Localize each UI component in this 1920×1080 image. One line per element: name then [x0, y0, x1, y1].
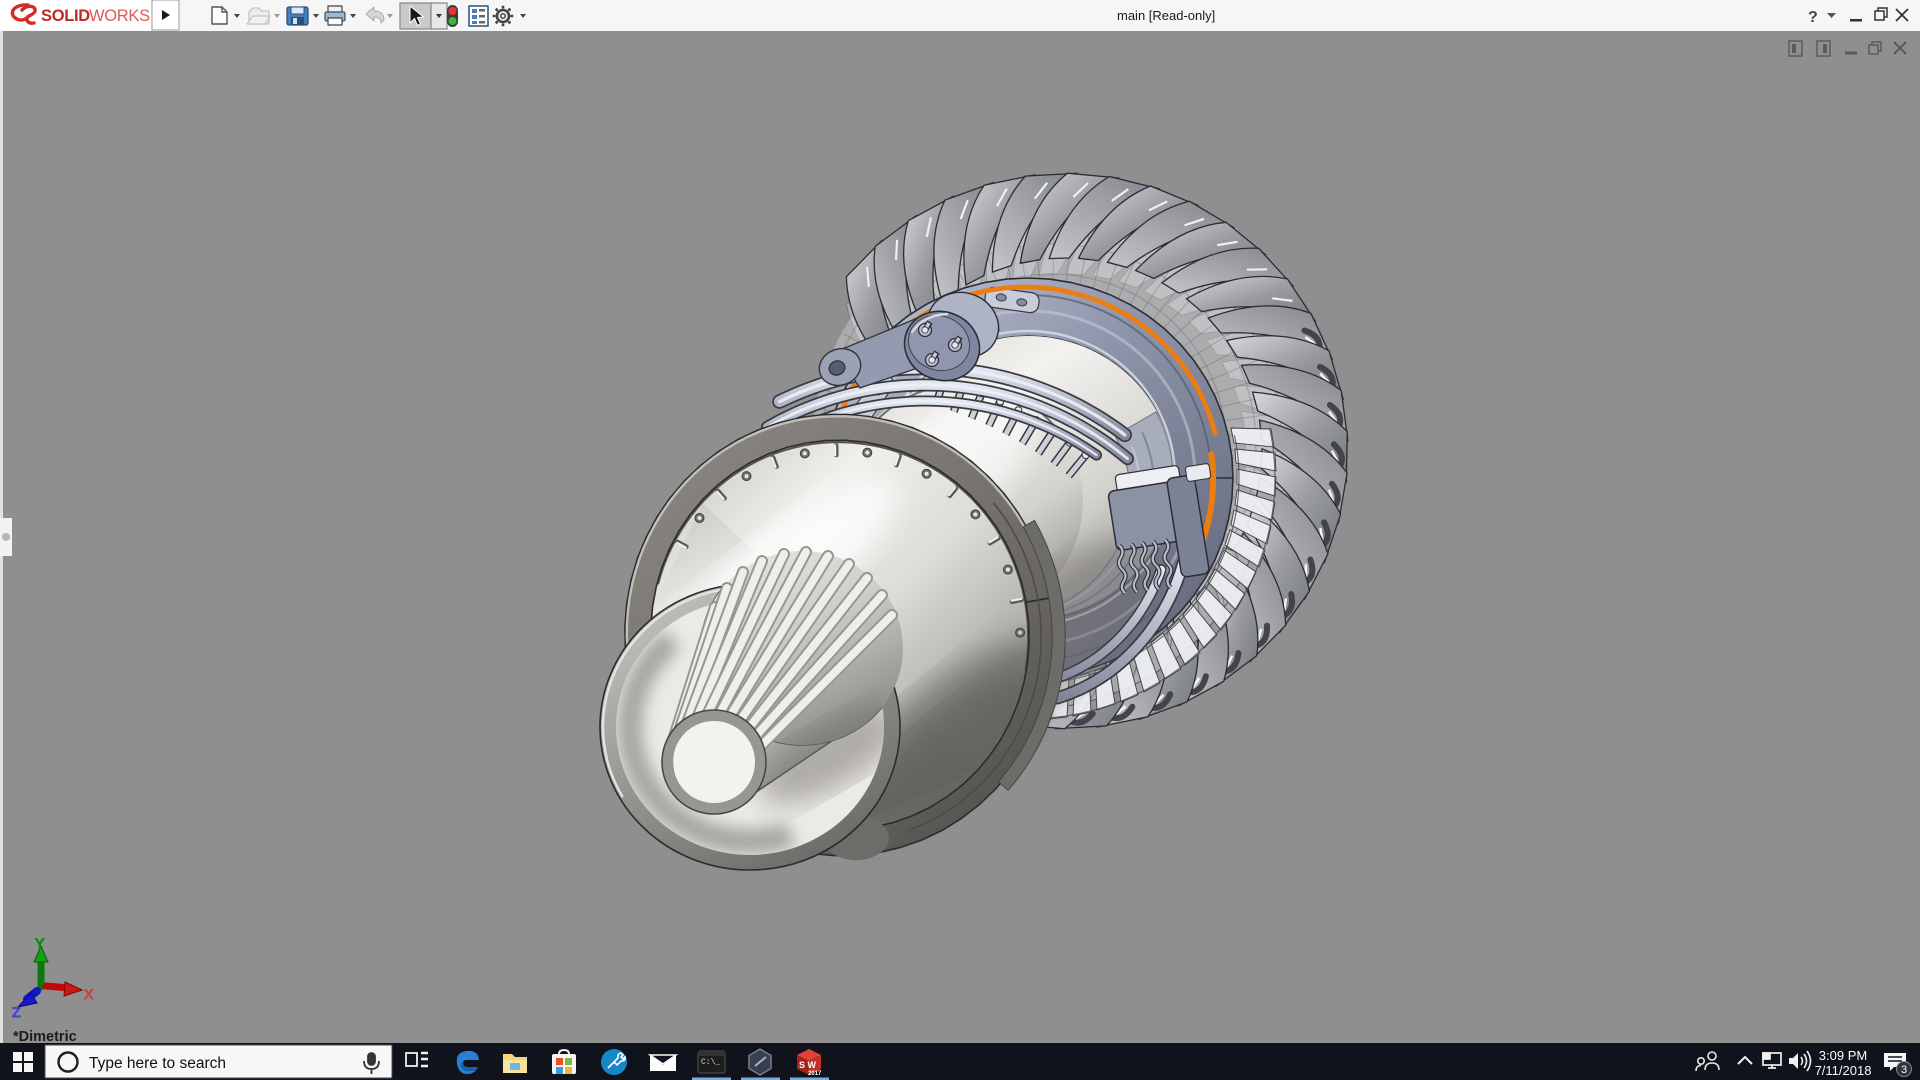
svg-text:C:\_: C:\_ — [701, 1058, 720, 1067]
svg-text:7/11/2018: 7/11/2018 — [1815, 1063, 1872, 1078]
svg-text:3: 3 — [1901, 1064, 1907, 1076]
svg-text:Z: Z — [12, 1004, 21, 1020]
svg-text:Type here to search: Type here to search — [89, 1055, 226, 1072]
svg-text:main [Read-only]: main [Read-only] — [1117, 8, 1215, 23]
svg-text:S W: S W — [799, 1060, 817, 1070]
svg-text:3:09 PM: 3:09 PM — [1819, 1048, 1867, 1063]
svg-text:2017: 2017 — [808, 1071, 822, 1077]
svg-text:WORKS: WORKS — [89, 7, 150, 25]
svg-text:X: X — [84, 986, 94, 1002]
svg-text:Y: Y — [35, 935, 45, 951]
svg-text:SOLID: SOLID — [41, 7, 90, 25]
svg-text:?: ? — [1808, 9, 1818, 26]
